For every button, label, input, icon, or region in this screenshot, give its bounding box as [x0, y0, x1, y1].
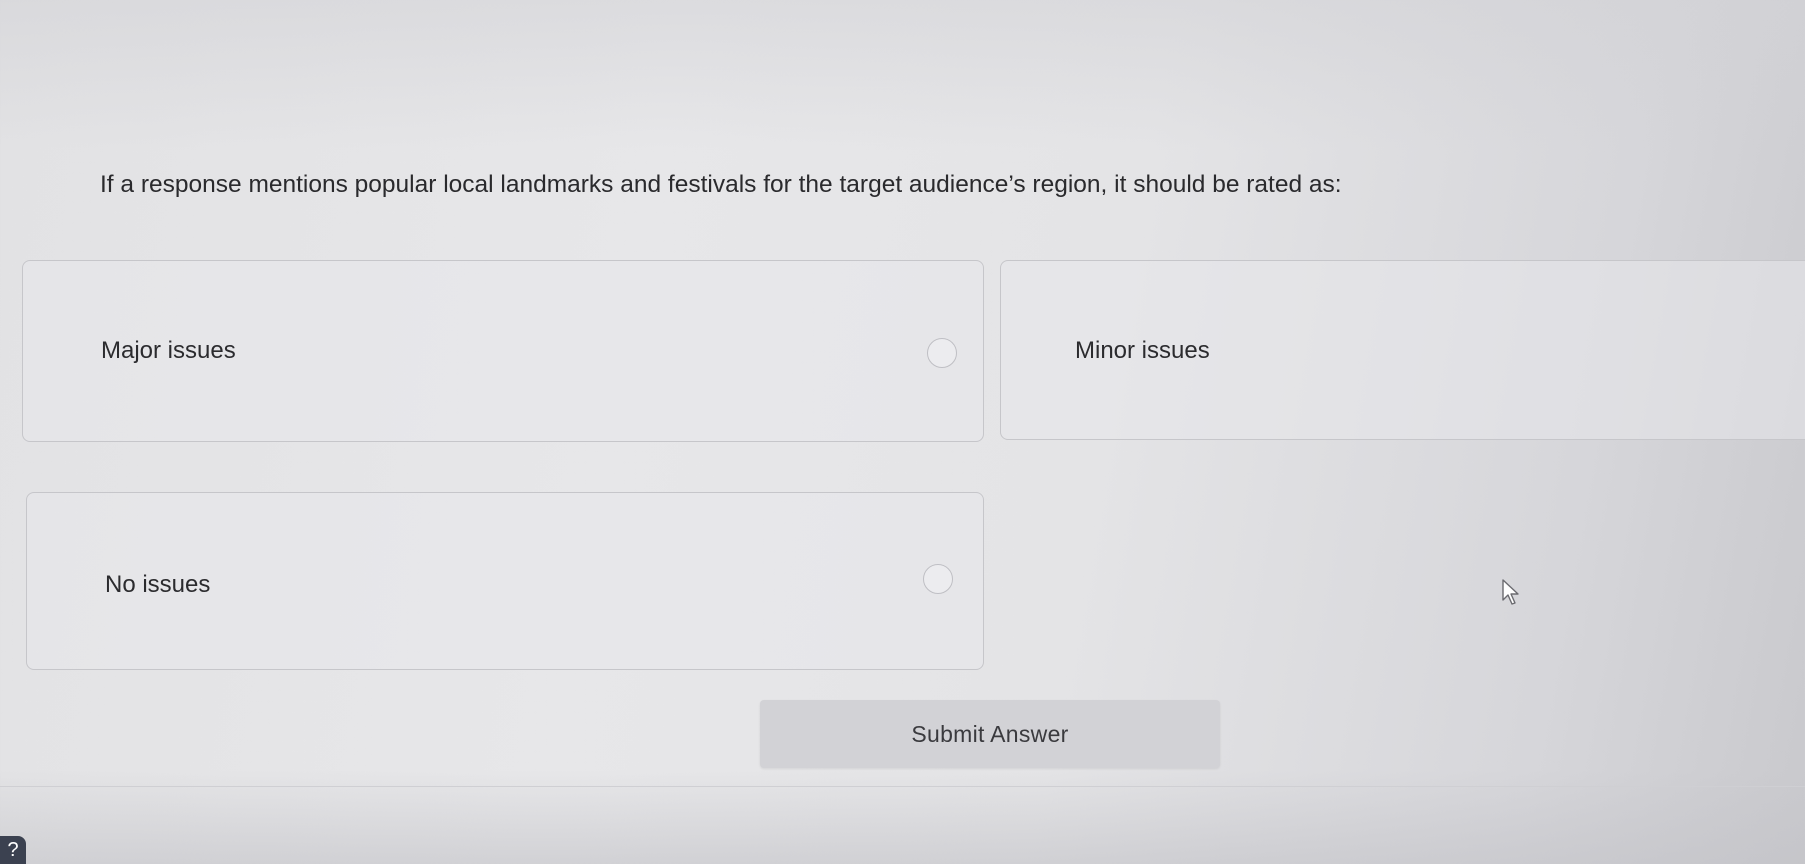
- help-icon[interactable]: ?: [0, 836, 26, 864]
- option-label: Minor issues: [1075, 337, 1210, 364]
- background-top-band: [0, 0, 1805, 150]
- divider: [0, 786, 1805, 787]
- radio-icon[interactable]: [927, 338, 957, 368]
- radio-icon[interactable]: [923, 564, 953, 594]
- option-label: Major issues: [101, 337, 236, 364]
- cursor-icon: [1502, 579, 1519, 605]
- option-label: No issues: [105, 571, 211, 598]
- submit-answer-button[interactable]: Submit Answer: [760, 700, 1220, 768]
- background-bottom-band: [0, 770, 1805, 864]
- option-major-issues[interactable]: Major issues: [22, 260, 984, 442]
- option-minor-issues[interactable]: Minor issues: [1000, 260, 1805, 440]
- question-text: If a response mentions popular local lan…: [100, 171, 1342, 198]
- option-no-issues[interactable]: No issues: [26, 492, 984, 670]
